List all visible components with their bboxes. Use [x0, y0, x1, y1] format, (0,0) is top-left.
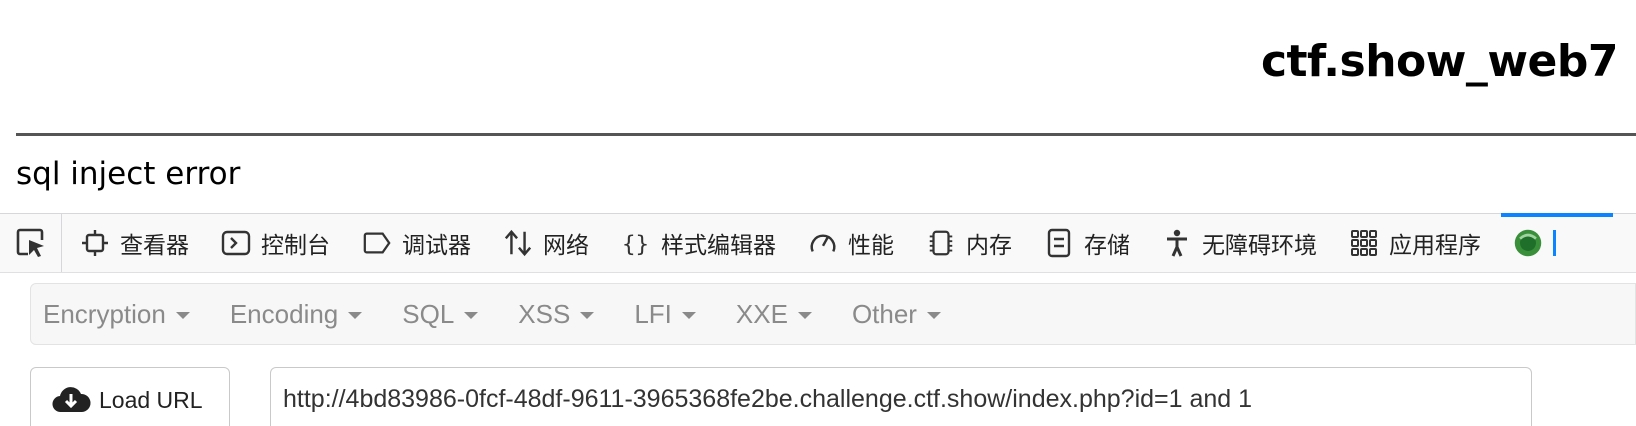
menu-label: XSS	[518, 298, 571, 329]
menu-label: XXE	[735, 298, 788, 329]
tab-label: 查看器	[120, 233, 189, 259]
caret-down-icon	[797, 312, 812, 319]
memory-icon	[926, 228, 956, 258]
element-picker-button[interactable]	[0, 214, 62, 272]
performance-icon	[808, 228, 838, 258]
menu-encryption[interactable]: Encryption	[43, 299, 204, 330]
page-title: ctf.show_web7	[1260, 36, 1619, 87]
tab-label: 样式编辑器	[661, 233, 776, 259]
tab-inspector[interactable]: 查看器	[62, 214, 203, 272]
caret-down-icon	[580, 312, 595, 319]
load-url-label: Load URL	[99, 386, 203, 413]
tab-label: 性能	[848, 233, 894, 259]
style-editor-icon: {}	[621, 228, 651, 258]
cloud-download-icon	[52, 387, 91, 413]
menu-other[interactable]: Other	[852, 299, 955, 330]
tab-label: 控制台	[261, 233, 330, 259]
storage-icon	[1044, 228, 1074, 258]
tab-console[interactable]: 控制台	[203, 214, 344, 272]
tab-style-editor[interactable]: {} 样式编辑器	[603, 214, 790, 272]
url-input[interactable]: http://4bd83986-0fcf-48df-9611-3965368fe…	[270, 367, 1532, 426]
tab-network[interactable]: 网络	[485, 214, 603, 272]
menu-label: SQL	[402, 298, 455, 329]
element-picker-icon	[16, 228, 44, 257]
hackbar-menu: Encryption Encoding SQL XSS LFI XXE Othe…	[30, 283, 1636, 345]
tab-label: 无障碍环境	[1202, 233, 1317, 259]
tab-label: 网络	[543, 233, 589, 259]
inspector-icon	[80, 228, 110, 258]
tab-label: 调试器	[402, 233, 471, 259]
application-icon	[1349, 228, 1379, 258]
horizontal-rule	[16, 133, 1636, 136]
caret-down-icon	[175, 312, 190, 319]
accessibility-icon	[1162, 228, 1192, 258]
network-icon	[503, 228, 533, 258]
menu-lfi[interactable]: LFI	[634, 299, 710, 330]
menu-encoding[interactable]: Encoding	[230, 299, 376, 330]
caret-down-icon	[926, 312, 941, 319]
debugger-icon	[362, 228, 392, 258]
menu-xss[interactable]: XSS	[518, 299, 608, 330]
caret-down-icon	[681, 312, 696, 319]
menu-label: Other	[851, 298, 917, 329]
menu-label: Encoding	[229, 298, 339, 329]
tab-label: 内存	[966, 233, 1012, 259]
tab-label: 应用程序	[1389, 233, 1481, 259]
menu-sql[interactable]: SQL	[402, 299, 492, 330]
caret-down-icon	[348, 312, 363, 319]
tab-application[interactable]: 应用程序	[1331, 214, 1495, 272]
hackbar-extension-icon	[1513, 228, 1543, 258]
load-url-button[interactable]: Load URL	[30, 367, 230, 426]
menu-label: LFI	[634, 298, 672, 329]
caret-down-icon	[464, 312, 479, 319]
page-message: sql inject error	[16, 156, 241, 192]
tab-storage[interactable]: 存储	[1026, 214, 1144, 272]
tab-performance[interactable]: 性能	[790, 214, 908, 272]
menu-xxe[interactable]: XXE	[736, 299, 826, 330]
console-icon	[221, 228, 251, 258]
menu-label: Encryption	[43, 298, 166, 329]
tab-label: 存储	[1084, 233, 1130, 259]
tab-debugger[interactable]: 调试器	[344, 214, 485, 272]
devtools-toolbar: 查看器 控制台 调试器 网络 {} 样式编辑器 性能 内存 存储 无障碍环境 应…	[0, 213, 1636, 273]
tab-hackbar[interactable]	[1495, 213, 1613, 272]
tab-accessibility[interactable]: 无障碍环境	[1144, 214, 1331, 272]
svg-text:{}: {}	[622, 231, 649, 257]
tab-memory[interactable]: 内存	[908, 214, 1026, 272]
